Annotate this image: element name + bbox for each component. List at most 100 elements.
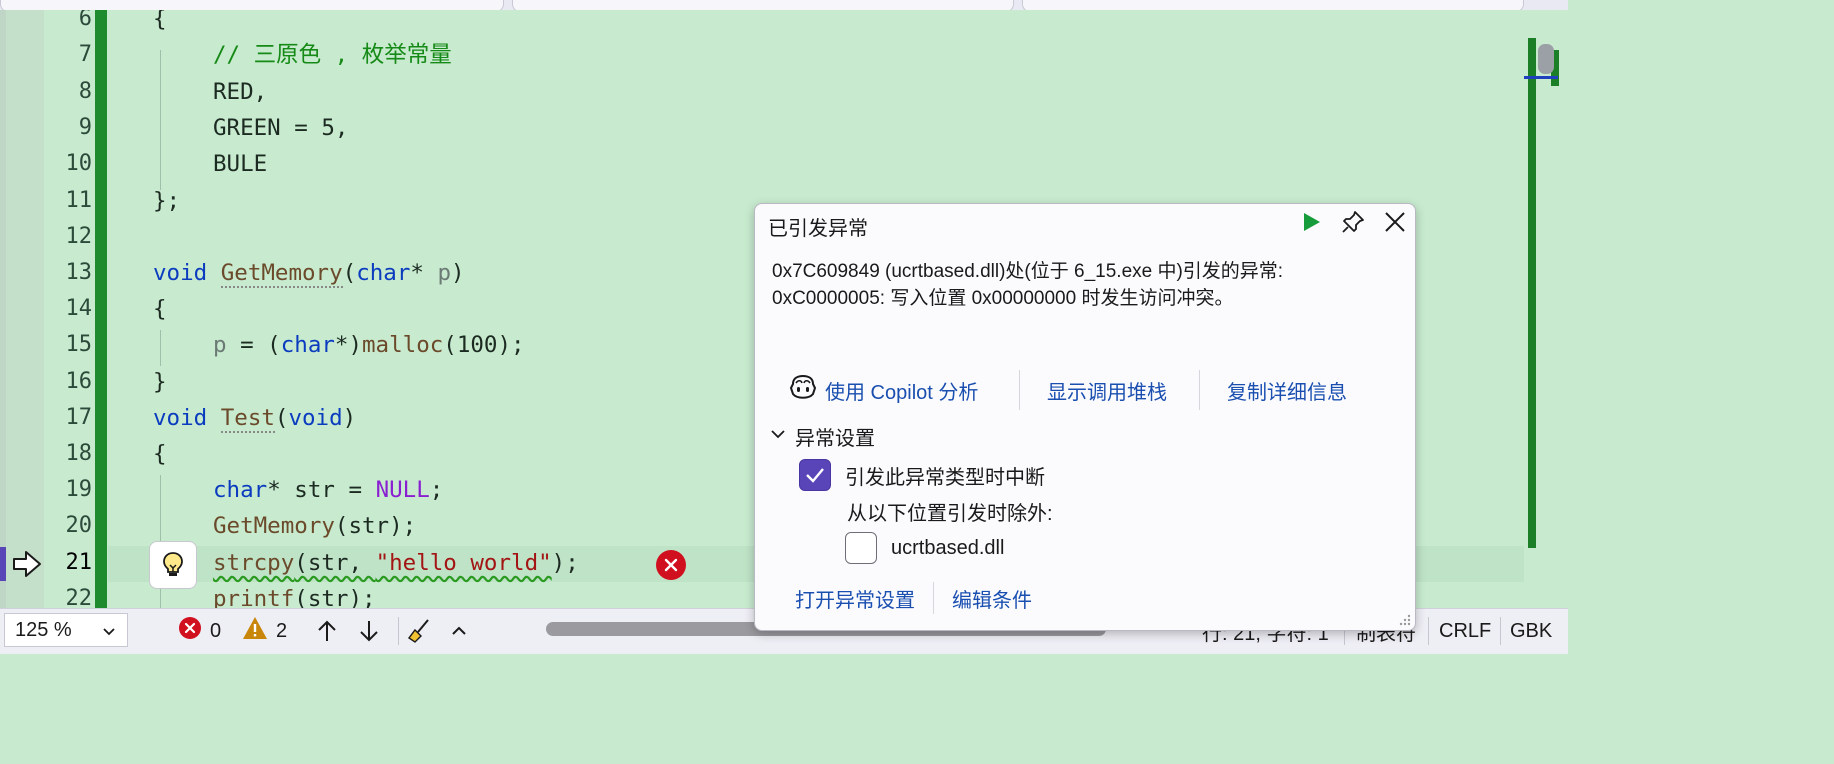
code-keyword: char	[356, 260, 411, 286]
code-token: *)	[334, 332, 363, 358]
code-comment: // 三原色 , 枚举常量	[213, 42, 452, 68]
popup-action-links: 使用 Copilot 分析 显示调用堆栈 复制详细信息	[789, 370, 1389, 410]
edit-conditions-link[interactable]: 编辑条件	[952, 584, 1032, 613]
code-line[interactable]: void GetMemory(char* p)	[153, 255, 465, 291]
code-keyword: void	[153, 405, 208, 431]
code-token: BULE	[213, 151, 268, 177]
show-call-stack-link[interactable]: 显示调用堆栈	[1047, 370, 1167, 410]
code-line[interactable]: };	[153, 183, 180, 219]
code-line[interactable]: {	[153, 436, 167, 472]
break-on-exception-checkbox[interactable]	[799, 459, 831, 491]
pin-icon[interactable]	[1341, 210, 1365, 239]
code-line[interactable]: {	[153, 10, 167, 37]
code-line[interactable]: p = (char*)malloc(100);	[213, 327, 525, 363]
module-exception-label: ucrtbased.dll	[891, 536, 1005, 559]
code-token: = (	[226, 332, 281, 358]
error-squiggle[interactable]: strcpy(str, "hello world"	[213, 550, 552, 576]
exception-message: 0x7C609849 (ucrtbased.dll)处(位于 6_15.exe …	[772, 258, 1402, 312]
exception-settings-header[interactable]: 异常设置	[769, 422, 875, 451]
code-token: );	[551, 550, 579, 576]
code-token: {	[153, 441, 167, 467]
line-number: 10	[65, 151, 93, 176]
warning-count[interactable]: 2	[242, 615, 287, 647]
module-exception-checkbox[interactable]	[845, 532, 877, 564]
chevron-up-icon[interactable]	[450, 615, 468, 647]
breakpoint-strip[interactable]	[0, 10, 6, 608]
next-issue-down-icon[interactable]	[358, 615, 380, 647]
break-on-exception-row[interactable]: 引发此异常类型时中断	[799, 459, 1045, 491]
error-count[interactable]: 0	[178, 615, 221, 647]
close-icon[interactable]	[1383, 210, 1407, 239]
code-line[interactable]: GetMemory(str);	[213, 508, 416, 544]
code-function: printf	[213, 586, 295, 608]
line-number: 9	[78, 115, 92, 140]
error-icon[interactable]	[656, 550, 686, 580]
error-count-value: 0	[210, 619, 222, 642]
exception-message-line: 0xC0000005: 写入位置 0x00000000 时发生访问冲突。	[772, 288, 1234, 309]
line-number: 21	[65, 550, 93, 575]
code-string: "hello world"	[375, 550, 552, 576]
scrollbar-change-marker	[1528, 38, 1536, 548]
warning-count-value: 2	[276, 619, 288, 642]
line-number: 15	[65, 332, 93, 357]
zoom-dropdown[interactable]: 125 %	[4, 613, 128, 647]
line-number: 16	[65, 369, 93, 394]
code-keyword: void	[288, 405, 343, 431]
indent-guide	[160, 50, 161, 190]
line-number: 8	[78, 79, 92, 104]
module-exception-row[interactable]: ucrtbased.dll	[845, 532, 1004, 564]
code-function: Test	[220, 405, 275, 433]
code-token: };	[153, 188, 181, 214]
line-ending[interactable]: CRLF	[1439, 615, 1491, 647]
zoom-value: 125 %	[15, 618, 72, 641]
code-token: (str);	[334, 513, 417, 539]
code-token: (	[274, 405, 289, 431]
code-line[interactable]: BULE	[213, 146, 267, 182]
tab-strip	[0, 0, 1568, 12]
line-number: 11	[65, 188, 93, 213]
line-number: 12	[65, 224, 93, 249]
code-token: *	[410, 260, 438, 286]
line-number: 14	[65, 296, 93, 321]
line-number: 6	[78, 10, 92, 31]
code-token: (str);	[294, 586, 376, 608]
code-token: GREEN = 5,	[213, 115, 349, 141]
line-number: 17	[65, 405, 93, 430]
status-separator	[398, 617, 399, 645]
code-line[interactable]: // 三原色 , 枚举常量	[213, 37, 452, 73]
next-issue-up-icon[interactable]	[316, 615, 338, 647]
open-exception-settings-link[interactable]: 打开异常设置	[795, 584, 915, 613]
settings-header-label: 异常设置	[795, 428, 875, 450]
code-token: ;	[429, 477, 444, 503]
scrollbar-caret-marker	[1524, 76, 1558, 79]
code-function: GetMemory	[213, 513, 335, 539]
quick-actions-lightbulb-icon[interactable]	[149, 541, 197, 589]
link-separator	[1019, 370, 1020, 410]
code-line[interactable]: char* str = NULL;	[213, 472, 443, 508]
code-line[interactable]: printf(str);	[213, 581, 376, 608]
file-encoding[interactable]: GBK	[1510, 615, 1552, 647]
vertical-scroll-thumb[interactable]	[1538, 44, 1554, 74]
line-number: 7	[78, 42, 92, 67]
code-token: )	[451, 260, 465, 286]
line-number: 18	[65, 441, 93, 466]
code-line[interactable]: RED,	[213, 74, 267, 110]
code-token: {	[153, 296, 167, 322]
code-token: (100);	[443, 332, 525, 358]
code-line[interactable]: {	[153, 291, 167, 327]
code-line[interactable]: GREEN = 5,	[213, 110, 348, 146]
code-line[interactable]: void Test(void)	[153, 400, 356, 436]
analyze-with-copilot-link[interactable]: 使用 Copilot 分析	[789, 370, 978, 410]
except-when-thrown-label: 从以下位置引发时除外:	[847, 503, 1053, 525]
break-on-exception-label: 引发此异常类型时中断	[845, 466, 1045, 489]
resize-grip-icon[interactable]	[1397, 612, 1411, 626]
code-token: (	[342, 260, 357, 286]
continue-play-icon[interactable]	[1299, 210, 1323, 239]
copy-details-link[interactable]: 复制详细信息	[1227, 370, 1347, 410]
code-token: {	[153, 10, 167, 32]
code-line-current[interactable]: strcpy(str, "hello world");	[213, 545, 579, 581]
code-function: GetMemory	[220, 260, 343, 288]
code-line[interactable]: }	[153, 364, 167, 400]
code-cleanup-broom-icon[interactable]	[406, 615, 432, 647]
link-separator	[1199, 370, 1200, 410]
